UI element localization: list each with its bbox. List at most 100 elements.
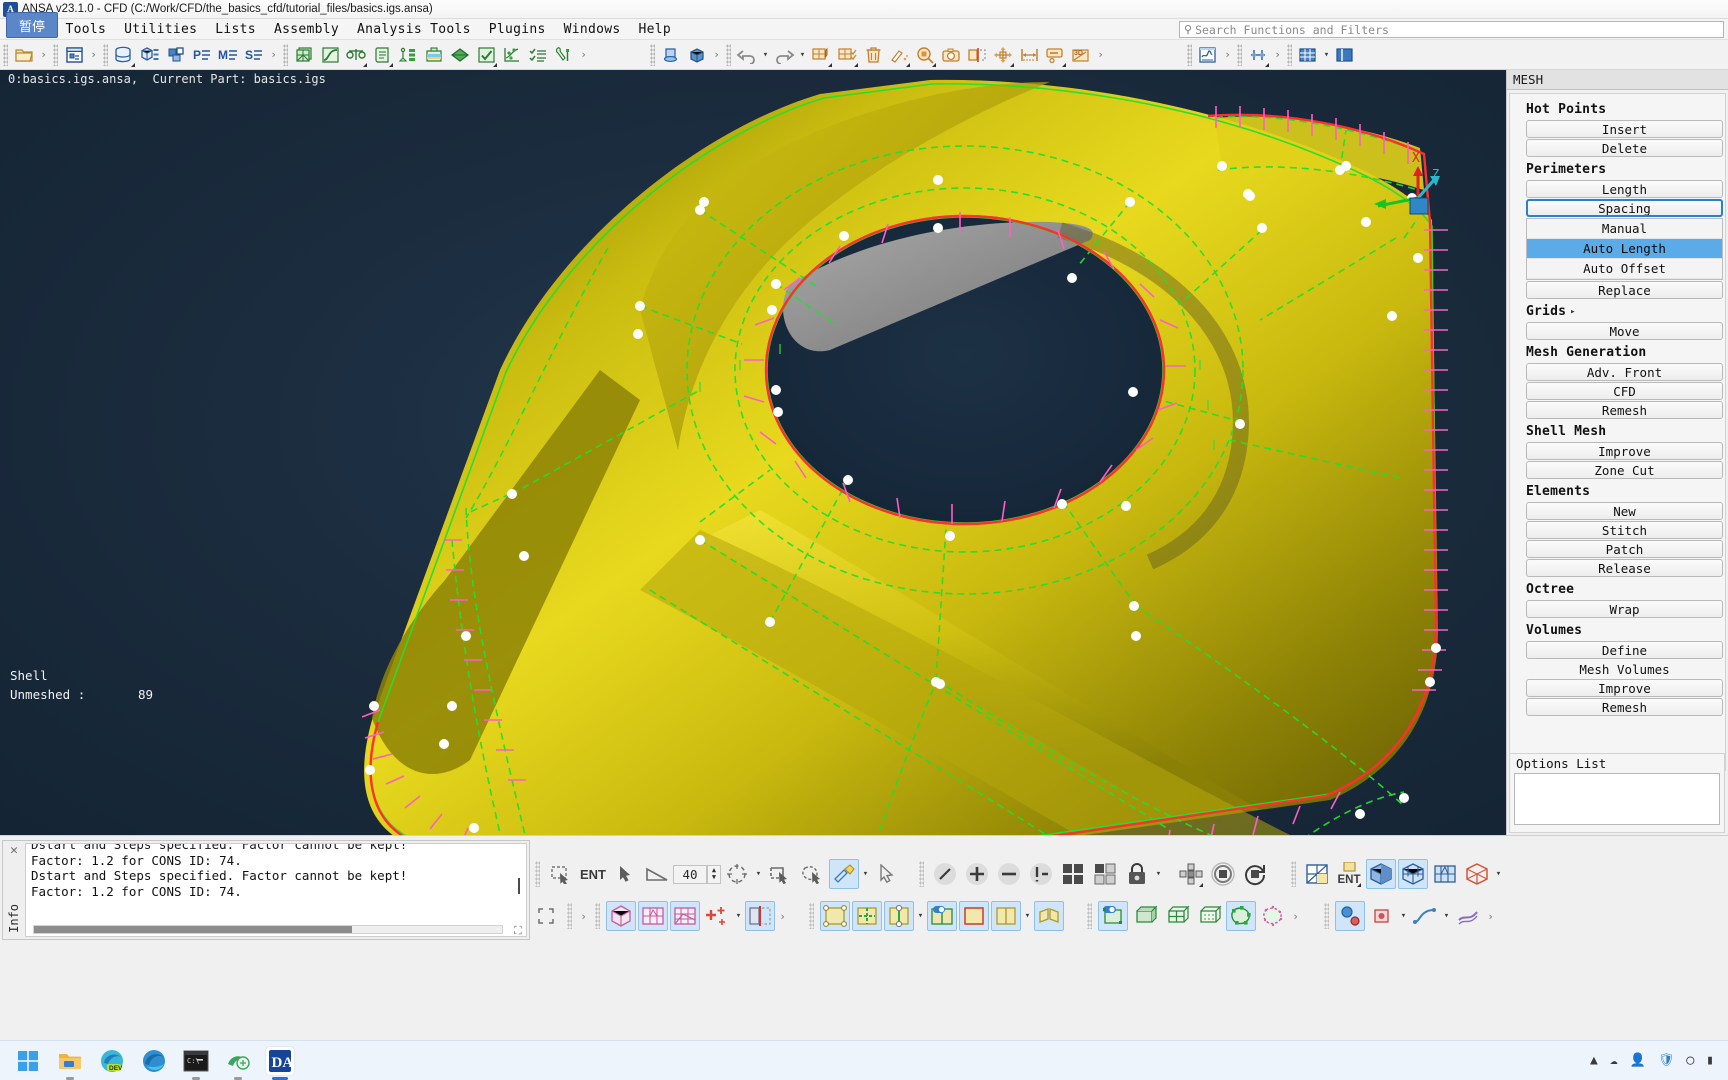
graph-points-icon[interactable] (499, 42, 525, 68)
btn-cfd[interactable]: CFD (1526, 382, 1723, 400)
ent-select-icon[interactable]: ENT (578, 859, 608, 889)
expand-grip-icon[interactable] (531, 901, 561, 931)
zoom-area-icon[interactable] (912, 42, 938, 68)
toolbar-grip[interactable] (53, 43, 58, 66)
curve-dropdown-icon[interactable]: ▾ (1441, 911, 1452, 921)
menu-utilities[interactable]: Utilities (115, 20, 206, 39)
edge-icon[interactable] (140, 1047, 168, 1075)
undo-icon[interactable] (734, 42, 760, 68)
btn-zone-cut[interactable]: Zone Cut (1526, 461, 1723, 479)
cons-dashed-icon[interactable] (1258, 901, 1288, 931)
toolbar-overflow-5[interactable]: › (710, 48, 723, 61)
toolbar-overflow-1[interactable]: › (37, 48, 50, 61)
toolbar-grip[interactable] (3, 43, 8, 66)
mesh-pink-icon[interactable] (670, 901, 700, 931)
btn-improve-shell[interactable]: Improve (1526, 442, 1723, 460)
menu-plugins[interactable]: Plugins (480, 20, 555, 39)
chevron-up-icon[interactable]: ▲ (1590, 1053, 1598, 1068)
spacing-mode-list[interactable]: Manual Auto Length Auto Offset (1526, 218, 1723, 280)
toolbar-grip[interactable] (809, 903, 814, 929)
toolbar-grip[interactable] (1324, 903, 1329, 929)
open-folder-icon[interactable] (11, 42, 37, 68)
cons-nodes-icon[interactable] (1226, 901, 1256, 931)
btn-spacing[interactable]: Spacing (1526, 199, 1723, 217)
invert-icon[interactable] (1026, 859, 1056, 889)
line-icon[interactable] (930, 859, 960, 889)
parts-list-icon[interactable] (137, 42, 163, 68)
add-points-icon[interactable] (702, 901, 732, 931)
move-icon[interactable] (990, 42, 1016, 68)
mesh-check-icon[interactable] (834, 42, 860, 68)
solid-grid-icon[interactable] (1162, 901, 1192, 931)
panel-icon[interactable] (1332, 42, 1358, 68)
list-item-manual[interactable]: Manual (1527, 219, 1722, 239)
edge-dev-icon[interactable]: DEV (98, 1047, 126, 1075)
console-hscrollbar[interactable] (33, 925, 503, 934)
grid-full-icon[interactable] (1058, 859, 1088, 889)
toolbar-grip[interactable] (1291, 861, 1296, 887)
menu-windows[interactable]: Windows (555, 20, 630, 39)
circle-select-icon[interactable] (722, 859, 752, 889)
scroll-thumb[interactable] (34, 926, 352, 933)
redo-icon[interactable] (771, 42, 797, 68)
minus-icon[interactable] (994, 859, 1024, 889)
btn-patch[interactable]: Patch (1526, 540, 1723, 558)
camera-icon[interactable] (938, 42, 964, 68)
curve-tool-icon[interactable] (1410, 901, 1440, 931)
angle-icon[interactable] (642, 859, 672, 889)
start-windows-icon[interactable] (14, 1047, 42, 1075)
row2-overflow-3-icon[interactable]: › (1289, 910, 1302, 923)
face-split-dropdown-icon[interactable]: ▾ (1022, 911, 1033, 921)
sidebar-tab-mesh[interactable]: MESH (1507, 70, 1728, 90)
add-points-dropdown-icon[interactable]: ▾ (733, 911, 744, 921)
toolbar-grip[interactable] (103, 43, 108, 66)
menu-tools[interactable]: Tools (57, 20, 116, 39)
split-view-icon[interactable] (745, 901, 775, 931)
point-red-icon[interactable] (1367, 901, 1397, 931)
mesh-paint-icon[interactable] (808, 42, 834, 68)
toolbar-grip[interactable] (1187, 43, 1192, 66)
face-nodes-icon[interactable] (820, 901, 850, 931)
point-blue-icon[interactable] (1335, 901, 1365, 931)
btn-stitch[interactable]: Stitch (1526, 521, 1723, 539)
graphics-viewport[interactable]: 0:basics.igs.ansa, Current Part: basics.… (0, 70, 1506, 835)
btn-remesh-mesh[interactable]: Remesh (1526, 401, 1723, 419)
flashlight-dropdown-icon[interactable]: ▾ (860, 869, 871, 879)
undo-dropdown-icon[interactable]: ▾ (760, 50, 771, 60)
btn-remesh-volume[interactable]: Remesh (1526, 698, 1723, 716)
mesh-grid-icon[interactable] (1430, 859, 1460, 889)
toggle-visible-icon[interactable] (927, 901, 957, 931)
terminal-icon[interactable]: C:\ (182, 1047, 210, 1080)
close-icon[interactable]: ✕ (10, 843, 18, 858)
toolbar-overflow-6[interactable]: › (1094, 48, 1107, 61)
point-dropdown-icon[interactable]: ▾ (1398, 911, 1409, 921)
menu-assembly[interactable]: Assembly (265, 20, 348, 39)
angle-spinner[interactable]: ▲ ▼ (707, 864, 721, 884)
btn-insert[interactable]: Insert (1526, 120, 1723, 138)
set-icon[interactable]: S (241, 42, 267, 68)
cube-pink-icon[interactable] (606, 901, 636, 931)
list-item-auto-offset[interactable]: Auto Offset (1527, 259, 1722, 279)
face-center-icon[interactable] (852, 901, 882, 931)
database-tree-icon[interactable] (61, 42, 87, 68)
grid-blue-icon[interactable] (1295, 42, 1321, 68)
surf-tool-icon[interactable] (1453, 901, 1483, 931)
lock-icon[interactable] (1122, 859, 1152, 889)
face-dropdown-icon[interactable]: ▾ (915, 911, 926, 921)
report-chart-icon[interactable] (1195, 42, 1221, 68)
volume-icon[interactable] (658, 42, 684, 68)
rotate-icon[interactable] (1240, 859, 1270, 889)
cube-blue-icon[interactable] (684, 42, 710, 68)
container-icon[interactable] (421, 42, 447, 68)
btn-delete[interactable]: Delete (1526, 139, 1723, 157)
toolbar-grip[interactable] (726, 43, 731, 66)
geom-toggle-icon[interactable] (1098, 901, 1128, 931)
btn-release[interactable]: Release (1526, 559, 1723, 577)
face-split-icon[interactable] (991, 901, 1021, 931)
delete-trash-icon[interactable] (860, 42, 886, 68)
box-select-icon[interactable] (765, 859, 795, 889)
toolbar-overflow-4[interactable]: › (577, 48, 590, 61)
lock-dropdown-icon[interactable]: ▾ (1153, 869, 1164, 879)
btn-wrap[interactable]: Wrap (1526, 600, 1723, 618)
note-icon[interactable] (1042, 42, 1068, 68)
